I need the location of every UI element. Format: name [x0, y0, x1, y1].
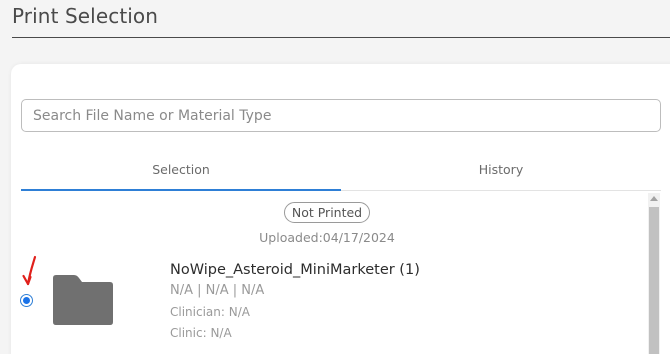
annotation-arrow-icon — [22, 255, 37, 286]
tab-selection[interactable]: Selection — [21, 150, 341, 190]
upload-date: Uploaded:04/17/2024 — [259, 230, 395, 245]
clinician-info: Clinician: N/A — [170, 305, 250, 319]
title-divider — [12, 37, 670, 38]
scrollbar-thumb[interactable] — [649, 207, 659, 354]
scroll-up-arrow-icon[interactable] — [650, 196, 658, 201]
scrollbar[interactable] — [648, 193, 660, 354]
search-box — [21, 99, 661, 132]
folder-icon — [53, 275, 113, 325]
tab-history[interactable]: History — [341, 150, 661, 190]
clinic-info: Clinic: N/A — [170, 326, 232, 340]
file-select-radio[interactable] — [20, 294, 33, 307]
file-name[interactable]: NoWipe_Asteroid_MiniMarketer (1) — [170, 262, 420, 278]
file-material-info: N/A | N/A | N/A — [170, 283, 265, 298]
page-title: Print Selection — [12, 4, 159, 28]
search-input[interactable] — [22, 100, 660, 131]
status-badge: Not Printed — [284, 202, 370, 223]
radio-selected-dot — [23, 297, 30, 304]
active-tab-indicator — [21, 189, 341, 191]
tab-bar: Selection History — [21, 150, 661, 191]
print-selection-page: Print Selection Selection History Not Pr… — [0, 0, 670, 354]
